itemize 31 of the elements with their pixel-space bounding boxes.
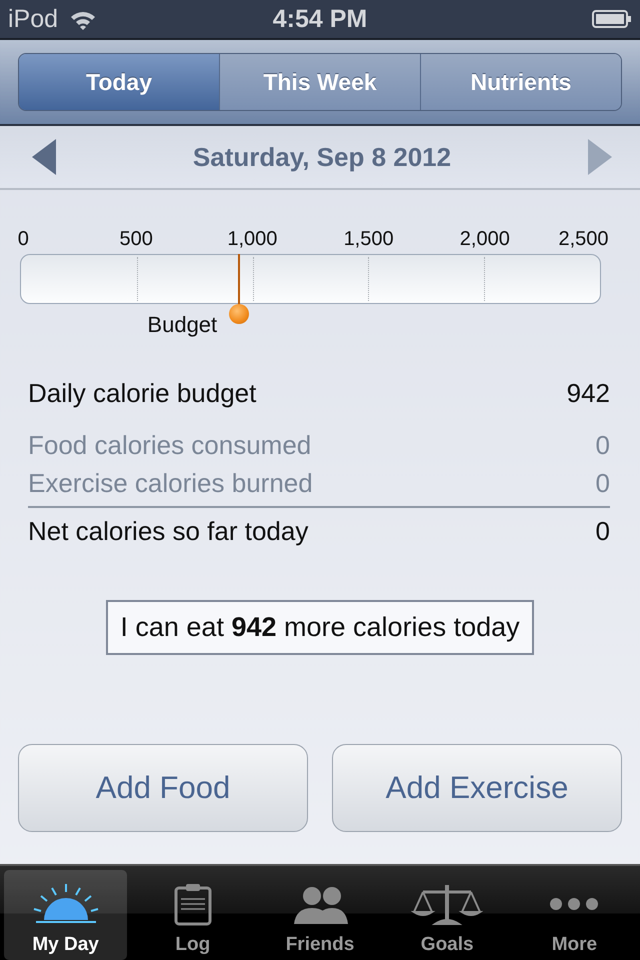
scale-label: 2,500	[558, 228, 608, 251]
scale-label: 1,500	[344, 228, 394, 251]
tab-bar-item[interactable]: My Day	[4, 870, 128, 960]
scale-label: 500	[120, 228, 153, 251]
scales-icon	[411, 882, 484, 926]
clock-time: 4:54 PM	[272, 4, 368, 34]
row-value: 942	[566, 377, 610, 410]
row-label: Exercise calories burned	[28, 467, 313, 500]
budget-marker	[229, 254, 250, 324]
row-label: Daily calorie budget	[28, 377, 256, 410]
row-value: 0	[596, 515, 610, 548]
tab-bar-item[interactable]: Log	[131, 870, 254, 960]
scale-label: 0	[18, 228, 29, 251]
row-value: 0	[596, 429, 610, 462]
tab-bar-item[interactable]: Goals	[386, 870, 509, 960]
segment-tab[interactable]: Today	[19, 54, 219, 110]
row-label: Net calories so far today	[28, 515, 308, 548]
scale-label: 1,000	[227, 228, 278, 251]
row-label: Food calories consumed	[28, 429, 312, 462]
row-value: 0	[596, 467, 610, 500]
tab-bar-item[interactable]: Friends	[258, 870, 382, 960]
battery-icon	[592, 9, 632, 29]
more-dots-icon	[550, 898, 598, 910]
calorie-message: I can eat 942 more calories today	[106, 600, 534, 655]
date-label: Saturday, Sep 8 2012	[192, 142, 452, 172]
budget-label: Budget	[147, 312, 218, 338]
add-button[interactable]: Add Exercise	[332, 744, 622, 832]
device-name: iPod	[8, 4, 58, 34]
tab-bar-item[interactable]: More	[512, 870, 636, 960]
add-button[interactable]: Add Food	[18, 744, 308, 832]
scale-label: 2,000	[460, 228, 510, 251]
